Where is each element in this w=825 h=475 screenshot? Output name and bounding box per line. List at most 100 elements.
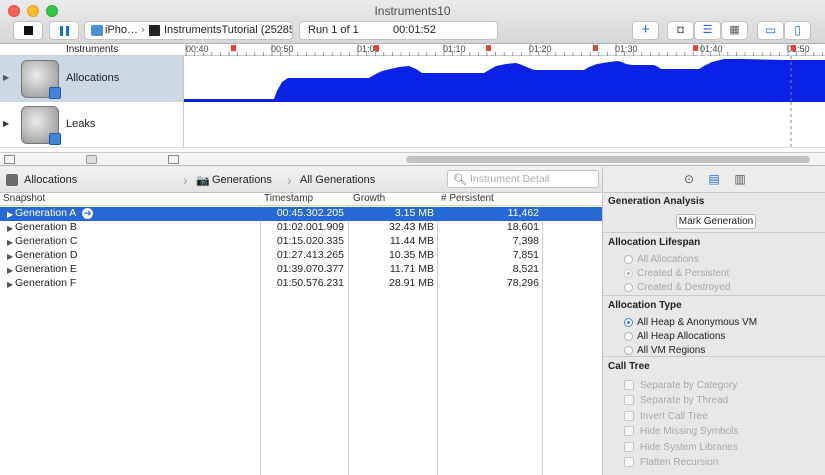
generation-flag[interactable] <box>374 45 379 51</box>
generation-flag[interactable] <box>593 45 598 51</box>
radio-icon <box>624 283 633 292</box>
breadcrumb-allocations[interactable]: Allocations <box>24 174 77 186</box>
call-tree-section: Call Tree Separate by Category Separate … <box>603 358 825 475</box>
record-settings-tab-icon[interactable]: ⊙ <box>682 173 696 186</box>
section-title: Call Tree <box>608 361 650 372</box>
toggle-inspector-button[interactable]: ▯ <box>784 21 811 40</box>
generation-analysis-section: Generation Analysis Mark Generation <box>603 193 825 233</box>
option-label: Hide System Libraries <box>640 442 738 453</box>
timestamp-cell: 01:02.001.909 <box>276 221 344 233</box>
allocations-graph[interactable] <box>184 56 825 102</box>
title-bar: Instruments10 iPho… › InstrumentsTutoria… <box>0 0 825 44</box>
timestamp-cell: 01:15.020.335 <box>276 235 344 247</box>
window-title: Instruments10 <box>374 4 451 18</box>
toggle-detail-pane-button[interactable]: ▭ <box>757 21 784 40</box>
section-title: Allocation Lifespan <box>608 237 701 248</box>
option-label: Separate by Category <box>640 380 738 391</box>
option-label: All Heap & Anonymous VM <box>637 317 758 328</box>
disclosure-triangle-icon[interactable]: ▶ <box>7 250 13 263</box>
persistent-cell: 7,398 <box>512 235 539 247</box>
table-row[interactable]: ▶ Generation F 01:50.576.231 28.91 MB 78… <box>0 277 602 291</box>
checkbox-icon <box>624 442 634 452</box>
disclosure-triangle-icon[interactable]: ▶ <box>7 208 13 221</box>
breadcrumb-all-generations[interactable]: All Generations <box>300 174 375 186</box>
disclosure-triangle-icon[interactable]: ▶ <box>7 236 13 249</box>
timeline-ruler[interactable]: Instruments 00:40 00:50 01:00 01:10 01:2… <box>0 44 825 56</box>
option-label: Hide Missing Symbols <box>640 426 739 437</box>
mark-generation-button[interactable]: Mark Generation <box>676 214 756 229</box>
option-label: Created & Persistent <box>637 268 730 279</box>
generation-flag[interactable] <box>486 45 491 51</box>
jump-bar: Allocations › 📷 Generations › All Genera… <box>0 167 602 193</box>
zoom-slider-knob[interactable] <box>86 155 97 164</box>
header-persistent[interactable]: # Persistent <box>441 193 494 204</box>
track-leaks[interactable]: ▶ Leaks <box>0 102 825 148</box>
section-title: Generation Analysis <box>608 196 705 207</box>
leaks-graph[interactable] <box>184 102 825 148</box>
extended-detail-button[interactable]: ▦ <box>721 21 748 40</box>
display-settings-button[interactable]: ☰ <box>694 21 721 40</box>
record-settings-button[interactable]: ◘ <box>667 21 694 40</box>
instrument-detail-search[interactable]: 🔍︎ Instrument Detail <box>447 170 599 188</box>
persistent-cell: 8,521 <box>512 263 539 275</box>
header-growth[interactable]: Growth <box>353 193 385 204</box>
growth-cell: 11.44 MB <box>389 235 434 247</box>
persistent-cell: 18,601 <box>506 221 539 233</box>
process-icon <box>149 25 160 36</box>
header-snapshot[interactable]: Snapshot <box>3 193 45 204</box>
display-settings-tab-icon[interactable]: ▤ <box>707 173 721 186</box>
section-title: Allocation Type <box>608 300 682 311</box>
table-row[interactable]: ▶ Generation A ➜ 00:45.302.205 3.15 MB 11… <box>0 207 602 221</box>
go-to-arrow-icon[interactable]: ➜ <box>82 208 94 219</box>
generation-flag[interactable] <box>693 45 698 51</box>
table-row[interactable]: ▶ Generation D 01:27.413.265 10.35 MB 7,… <box>0 249 602 263</box>
persistent-cell: 11,462 <box>507 207 539 219</box>
timeline-scrollbar[interactable] <box>406 156 810 163</box>
target-icon: ◘ <box>677 24 684 36</box>
target-selector[interactable]: iPho… › InstrumentsTutorial (25285) <box>84 21 293 40</box>
disclosure-triangle-icon[interactable]: ▶ <box>7 222 13 235</box>
track-info[interactable]: ▶ Allocations <box>0 56 184 102</box>
allocations-icon <box>6 174 18 186</box>
chevron-right-icon: › <box>287 172 292 188</box>
header-timestamp[interactable]: Timestamp <box>264 193 313 204</box>
run-label: Run 1 of 1 <box>308 24 359 36</box>
extended-detail-tab-icon[interactable]: ▥ <box>733 173 747 186</box>
radio-icon <box>624 269 633 278</box>
generations-table: Snapshot Timestamp Growth # Persistent ▶… <box>0 193 602 475</box>
graph-icon[interactable] <box>4 155 15 164</box>
breadcrumb-generations[interactable]: Generations <box>212 174 272 186</box>
ruler-tick: 01:10 <box>443 44 466 54</box>
stop-recording-button[interactable] <box>13 21 43 40</box>
table-row[interactable]: ▶ Generation E 01:39.070.377 11.71 MB 8,… <box>0 263 602 277</box>
run-time: 00:01:52 <box>393 24 436 36</box>
persistent-cell: 7,851 <box>512 249 539 261</box>
disclosure-triangle-icon[interactable]: ▶ <box>7 264 13 277</box>
table-row[interactable]: ▶ Generation B 01:02.001.909 32.43 MB 18… <box>0 221 602 235</box>
disclosure-triangle-icon[interactable]: ▶ <box>3 73 9 82</box>
option-label: All Allocations <box>637 254 699 265</box>
timestamp-cell: 01:27.413.265 <box>276 249 344 261</box>
stop-icon <box>24 26 33 35</box>
table-row[interactable]: ▶ Generation C 01:15.020.335 11.44 MB 7,… <box>0 235 602 249</box>
disclosure-triangle-icon[interactable]: ▶ <box>3 119 9 128</box>
generation-name: Generation B <box>15 221 77 233</box>
generation-name: Generation E <box>15 263 77 275</box>
checkbox-icon <box>624 395 634 405</box>
grid-icon: ▦ <box>729 24 740 36</box>
generation-flag[interactable] <box>791 45 796 51</box>
ruler-tick: 01:20 <box>529 44 552 54</box>
track-allocations[interactable]: ▶ Allocations <box>0 56 825 102</box>
add-instrument-button[interactable]: + <box>632 21 659 40</box>
allocation-lifespan-section: Allocation Lifespan All Allocations Crea… <box>603 234 825 296</box>
allocations-instrument-icon <box>21 60 61 99</box>
ruler-tick: 01:40 <box>700 44 723 54</box>
pause-recording-button[interactable] <box>49 21 79 40</box>
disclosure-triangle-icon[interactable]: ▶ <box>7 278 13 291</box>
radio-icon <box>624 332 633 341</box>
option-label: Created & Destroyed <box>637 282 731 293</box>
track-height-icon[interactable] <box>168 155 179 164</box>
allocation-type-section: Allocation Type All Heap & Anonymous VM … <box>603 297 825 357</box>
generation-flag[interactable] <box>231 45 236 51</box>
track-info[interactable]: ▶ Leaks <box>0 102 184 148</box>
